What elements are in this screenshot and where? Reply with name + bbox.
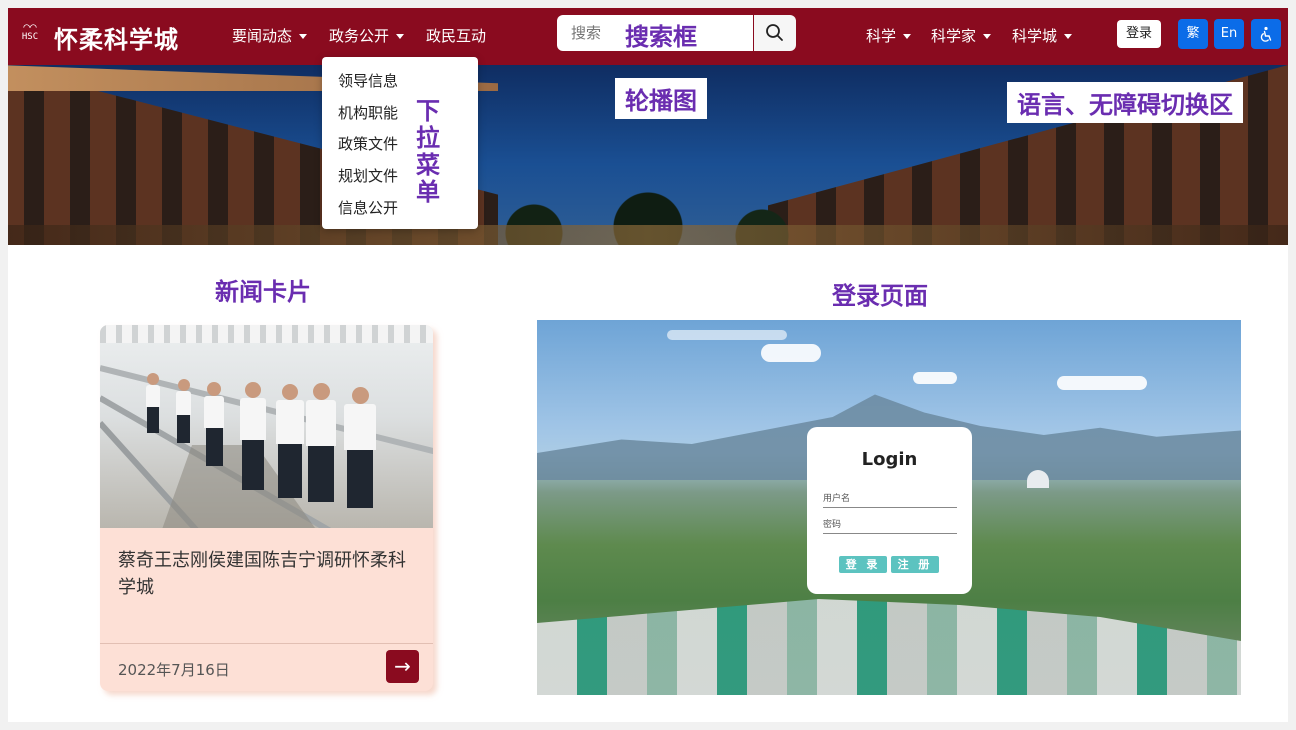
caret-down-icon	[299, 34, 308, 39]
login-submit-button[interactable]: 登 录	[839, 556, 887, 573]
password-field[interactable]	[823, 533, 957, 534]
accessibility-button[interactable]	[1251, 19, 1281, 49]
search-annotation: 搜索框	[625, 23, 697, 51]
caret-down-icon	[983, 34, 992, 39]
card-divider	[100, 643, 433, 644]
person-figure	[240, 382, 266, 528]
login-button[interactable]: 登录	[1117, 20, 1161, 48]
site-logo-text[interactable]: 怀柔科学城	[54, 20, 179, 55]
news-card-title[interactable]: 蔡奇王志刚侯建国陈吉宁调研怀柔科学城	[118, 547, 418, 601]
login-form: Login 用户名 密码 登 录 注 册	[807, 427, 972, 594]
cloud	[761, 344, 821, 362]
language-accessibility-annotation: 语言、无障碍切换区	[1007, 82, 1243, 123]
password-label: 密码	[823, 520, 842, 530]
nav-item-government[interactable]: 政务公开	[329, 25, 405, 46]
nav-item-science-city[interactable]: 科学城	[1012, 25, 1073, 46]
caret-down-icon	[396, 34, 405, 39]
dropdown-item-policy[interactable]: 政策文件	[338, 133, 398, 154]
english-button[interactable]: En	[1214, 19, 1244, 49]
news-card[interactable]: 蔡奇王志刚侯建国陈吉宁调研怀柔科学城 2022年7月16日 →	[100, 325, 433, 691]
nav-item-interaction[interactable]: 政民互动	[426, 25, 486, 46]
read-more-button[interactable]: →	[386, 650, 419, 683]
logo-icon[interactable]: ⌒⌒ HSC	[12, 21, 48, 52]
cloud	[667, 330, 787, 340]
nav-item-science[interactable]: 科学	[866, 25, 912, 46]
register-button[interactable]: 注 册	[891, 556, 939, 573]
dropdown-annotation: 下拉菜单	[416, 97, 440, 206]
cloud	[1057, 376, 1147, 390]
dropdown-menu: 领导信息 机构职能 政策文件 规划文件 信息公开	[322, 57, 478, 229]
login-section-title: 登录页面	[832, 282, 928, 310]
dropdown-item-leadership[interactable]: 领导信息	[338, 70, 398, 91]
login-heading: Login	[861, 449, 918, 470]
search-button[interactable]	[754, 15, 796, 51]
carousel-annotation: 轮播图	[615, 78, 707, 119]
top-navbar: ⌒⌒HSC 怀柔科学城 要闻动态 政务公开 政民互动 搜索框 科学 科学家	[8, 8, 1288, 65]
person-figure	[306, 383, 336, 528]
caret-down-icon	[903, 34, 912, 39]
person-figure	[176, 379, 191, 528]
ceiling-rails	[100, 325, 433, 343]
arrow-right-icon: →	[394, 654, 411, 678]
dropdown-item-functions[interactable]: 机构职能	[338, 102, 398, 123]
news-card-image	[100, 325, 433, 528]
person-figure	[146, 373, 160, 528]
page: ⌒⌒HSC 怀柔科学城 要闻动态 政务公开 政民互动 搜索框 科学 科学家	[8, 8, 1288, 722]
person-figure	[276, 384, 304, 528]
username-label: 用户名	[823, 494, 851, 504]
person-figure	[344, 387, 376, 528]
dropdown-item-planning[interactable]: 规划文件	[338, 165, 398, 186]
nav-item-scientist[interactable]: 科学家	[931, 25, 992, 46]
caret-down-icon	[1064, 34, 1073, 39]
news-card-date: 2022年7月16日	[118, 661, 230, 679]
traditional-chinese-button[interactable]: 繁	[1178, 19, 1208, 49]
search-icon	[766, 24, 783, 41]
cloud	[913, 372, 957, 384]
accessibility-icon	[1260, 26, 1272, 42]
ground-lights	[8, 225, 1288, 245]
person-figure	[204, 382, 224, 528]
search-input[interactable]	[569, 23, 623, 43]
search-field: 搜索框	[557, 15, 753, 51]
username-field[interactable]	[823, 507, 957, 508]
nav-item-news[interactable]: 要闻动态	[232, 25, 308, 46]
dome-building	[1027, 470, 1049, 488]
news-section-title: 新闻卡片	[215, 278, 311, 306]
dropdown-item-disclosure[interactable]: 信息公开	[338, 197, 398, 218]
